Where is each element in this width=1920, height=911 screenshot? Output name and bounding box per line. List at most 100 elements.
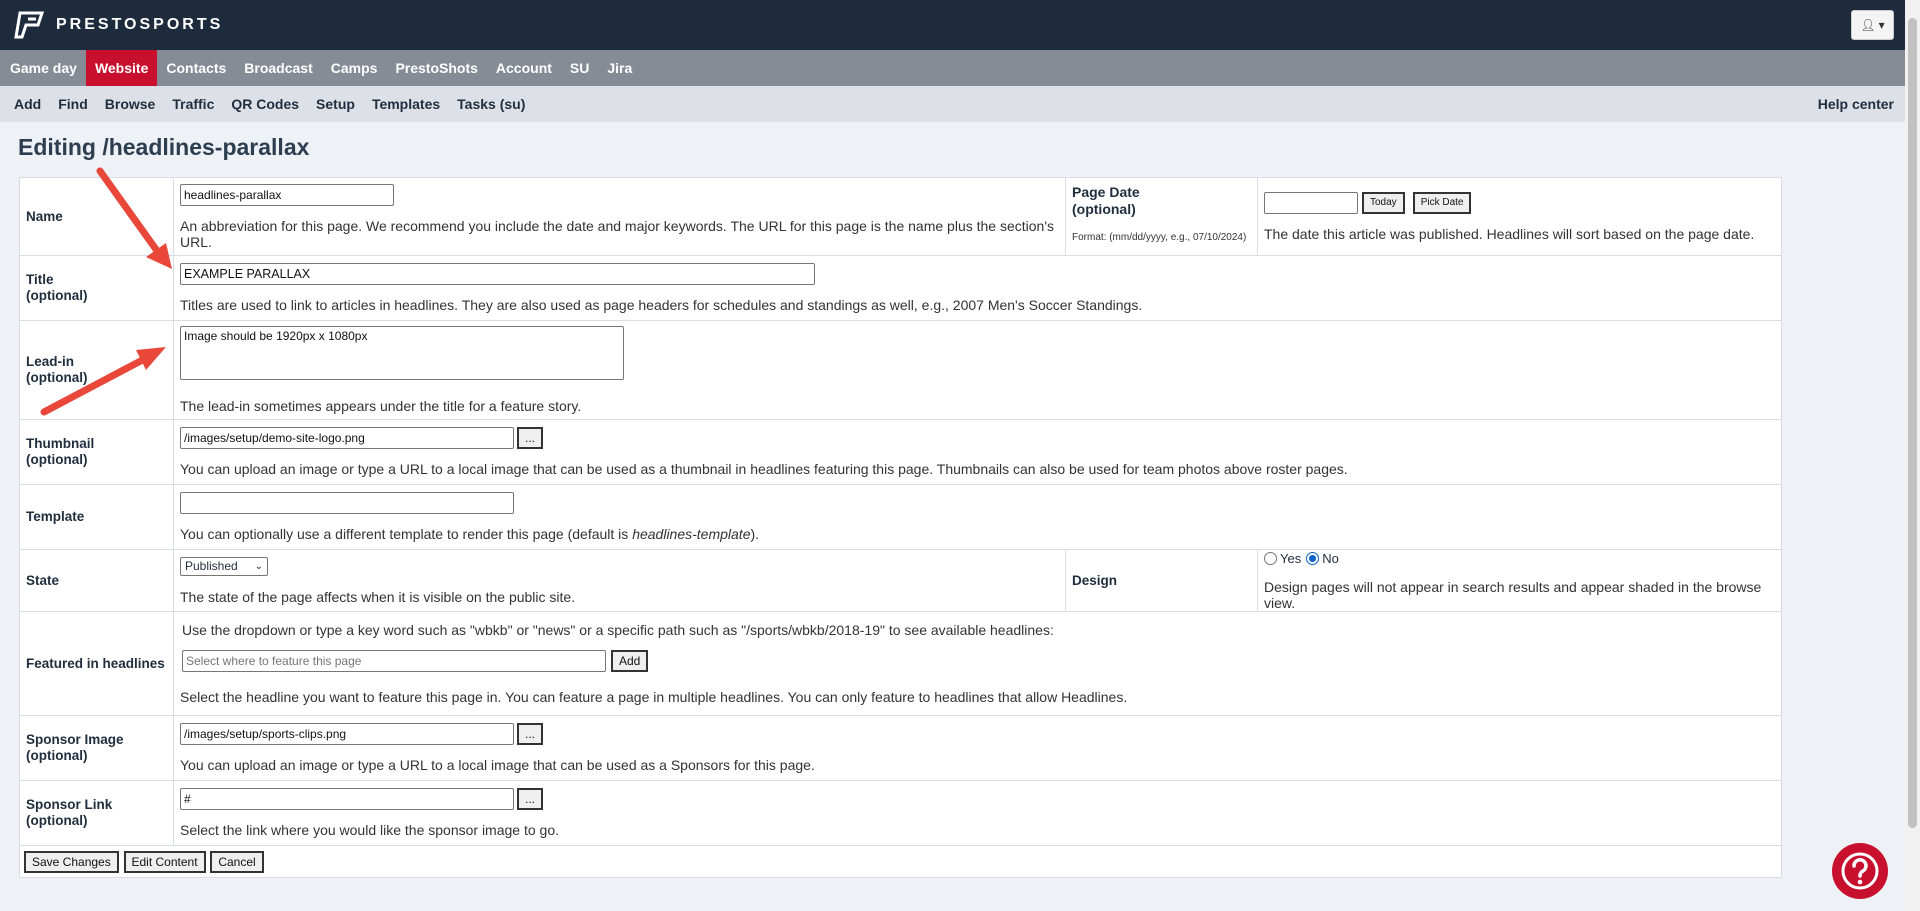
top-bar: PRESTOSPORTS 👤︎ ▾ <box>0 0 1920 50</box>
state-select[interactable]: Published ⌄ <box>180 556 268 576</box>
main-nav-item-broadcast[interactable]: Broadcast <box>235 50 321 86</box>
title-input[interactable] <box>180 263 815 285</box>
thumbnail-input[interactable] <box>180 427 514 449</box>
user-menu-button[interactable]: 👤︎ ▾ <box>1851 10 1894 40</box>
prestosports-logo-icon <box>14 11 45 39</box>
brand-logo[interactable]: PRESTOSPORTS <box>14 11 223 39</box>
design-yes-label: Yes <box>1280 550 1302 566</box>
design-label: Design <box>1065 549 1258 612</box>
help-center-link[interactable]: Help center <box>1818 96 1894 112</box>
title-label: Title <box>26 272 54 287</box>
chevron-down-icon: ⌄ <box>254 560 263 572</box>
featured-intro: Use the dropdown or type a key word such… <box>182 622 1054 638</box>
template-description-text: You can optionally use a different templ… <box>180 526 633 542</box>
form-row-template: Template You can optionally use a differ… <box>19 484 1782 550</box>
form-row-state: State Published ⌄ The state of the page … <box>19 549 1782 612</box>
sub-nav-item-traffic[interactable]: Traffic <box>172 96 214 112</box>
sponsor-link-browse-button[interactable]: ... <box>517 788 543 810</box>
sub-nav: Add Find Browse Traffic QR Codes Setup T… <box>0 86 1920 122</box>
template-label: Template <box>19 484 174 550</box>
thumbnail-description: You can upload an image or type a URL to… <box>180 461 1348 477</box>
sponsor-image-description: You can upload an image or type a URL to… <box>180 757 815 773</box>
featured-add-button[interactable]: Add <box>611 650 649 672</box>
page-date-optional: (optional) <box>1072 201 1136 217</box>
title-optional: (optional) <box>26 288 88 303</box>
main-nav-item-su[interactable]: SU <box>561 50 598 86</box>
page-edit-form: Name An abbreviation for this page. We r… <box>19 177 1782 878</box>
sponsor-link-description: Select the link where you would like the… <box>180 822 559 838</box>
template-description-end: ). <box>750 526 760 542</box>
featured-description: Select the headline you want to feature … <box>180 689 1128 705</box>
sponsor-image-optional: (optional) <box>26 748 88 763</box>
form-row-thumbnail: Thumbnail (optional) ... You can upload … <box>19 419 1782 485</box>
leadin-textarea[interactable]: Image should be 1920px x 1080px <box>180 326 624 380</box>
state-description: The state of the page affects when it is… <box>180 588 576 605</box>
template-description: You can optionally use a different templ… <box>180 526 1775 542</box>
main-nav-item-website[interactable]: Website <box>85 50 158 86</box>
template-default-name: headlines-template <box>632 526 751 542</box>
main-nav-item-jira[interactable]: Jira <box>598 50 641 86</box>
save-changes-button[interactable]: Save Changes <box>24 850 119 873</box>
sponsor-image-label: Sponsor Image <box>26 732 124 747</box>
design-no-radio[interactable] <box>1306 551 1320 565</box>
sponsor-image-browse-button[interactable]: ... <box>517 723 543 745</box>
state-label: State <box>19 549 174 612</box>
form-row-featured: Featured in headlines Use the dropdown o… <box>19 611 1782 716</box>
page-date-format-hint: Format: (mm/dd/yyyy, e.g., 07/10/2024) <box>1072 232 1247 243</box>
sponsor-image-input[interactable] <box>180 723 514 745</box>
scrollbar-thumb[interactable] <box>1908 18 1917 828</box>
edit-content-button[interactable]: Edit Content <box>123 850 206 873</box>
design-description: Design pages will not appear in search r… <box>1264 578 1762 611</box>
sponsor-link-optional: (optional) <box>26 813 88 828</box>
design-no-label: No <box>1322 550 1339 566</box>
featured-label: Featured in headlines <box>19 611 174 716</box>
main-nav-item-camps[interactable]: Camps <box>322 50 387 86</box>
today-button[interactable]: Today <box>1362 191 1405 214</box>
page-title: Editing /headlines-parallax <box>18 134 310 160</box>
page-date-description: The date this article was published. Hea… <box>1264 225 1755 242</box>
form-row-actions: Save Changes Edit Content Cancel <box>19 845 1782 878</box>
brand-name: PRESTOSPORTS <box>56 16 224 33</box>
cancel-button[interactable]: Cancel <box>210 850 264 873</box>
leadin-description: The lead-in sometimes appears under the … <box>180 398 582 414</box>
leadin-optional: (optional) <box>26 370 88 385</box>
main-nav-item-account[interactable]: Account <box>487 50 561 86</box>
caret-down-icon: ▾ <box>1878 18 1885 32</box>
name-label: Name <box>19 177 174 256</box>
design-yes-radio[interactable] <box>1264 551 1277 565</box>
sub-nav-item-tasks[interactable]: Tasks (su) <box>457 96 525 112</box>
leadin-label: Lead-in <box>26 354 75 369</box>
sub-nav-item-qr-codes[interactable]: QR Codes <box>231 96 299 112</box>
sub-nav-item-browse[interactable]: Browse <box>105 96 156 112</box>
sponsor-link-label: Sponsor Link <box>26 797 113 812</box>
form-row-name: Name An abbreviation for this page. We r… <box>19 177 1782 256</box>
thumbnail-browse-button[interactable]: ... <box>517 427 543 449</box>
template-input[interactable] <box>180 492 514 514</box>
page-date-label: Page Date <box>1072 184 1140 200</box>
sub-nav-item-add[interactable]: Add <box>14 96 41 112</box>
sponsor-link-input[interactable] <box>180 788 514 810</box>
scrollbar[interactable] <box>1905 0 1920 911</box>
sub-nav-item-templates[interactable]: Templates <box>372 96 440 112</box>
main-nav-item-contacts[interactable]: Contacts <box>157 50 235 86</box>
sub-nav-item-setup[interactable]: Setup <box>316 96 355 112</box>
title-description: Titles are used to link to articles in h… <box>180 297 1143 313</box>
thumbnail-optional: (optional) <box>26 452 88 467</box>
form-row-sponsor-link: Sponsor Link (optional) ... Select the l… <box>19 780 1782 846</box>
main-nav-item-prestoshots[interactable]: PrestoShots <box>386 50 486 86</box>
state-select-value: Published <box>185 559 238 573</box>
name-input[interactable] <box>180 183 394 206</box>
help-button[interactable] <box>1832 843 1888 899</box>
sub-nav-item-find[interactable]: Find <box>58 96 88 112</box>
page-date-input[interactable] <box>1264 191 1358 214</box>
main-nav-item-game-day[interactable]: Game day <box>1 50 86 86</box>
pick-date-button[interactable]: Pick Date <box>1412 191 1472 214</box>
form-row-sponsor-image: Sponsor Image (optional) ... You can upl… <box>19 715 1782 781</box>
user-icon: 👤︎ <box>1860 18 1876 32</box>
form-row-title: Title (optional) Titles are used to link… <box>19 255 1782 321</box>
form-row-leadin: Lead-in (optional) Image should be 1920p… <box>19 320 1782 420</box>
thumbnail-label: Thumbnail <box>26 436 95 451</box>
question-icon <box>1841 852 1879 890</box>
featured-search-input[interactable] <box>182 650 606 672</box>
main-nav: Game day Website Contacts Broadcast Camp… <box>0 50 1920 86</box>
